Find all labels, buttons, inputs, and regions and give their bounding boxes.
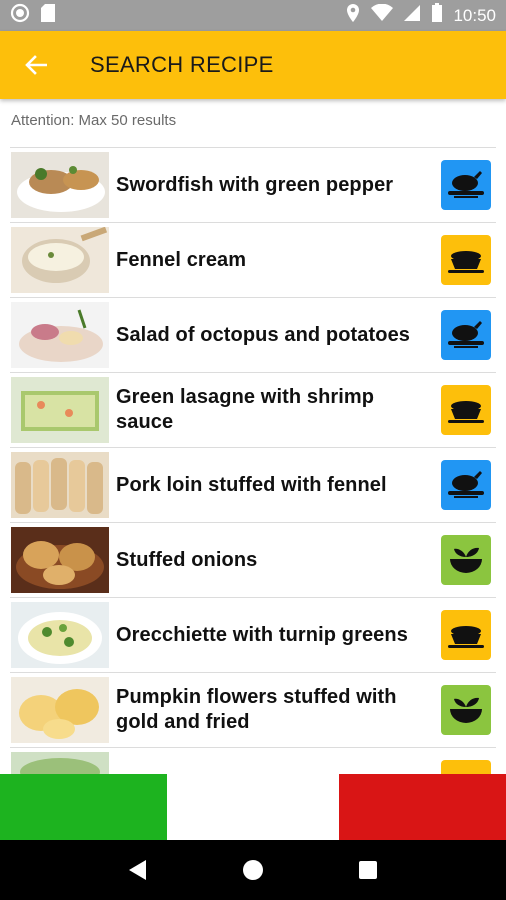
status-bar: 10:50 [0, 0, 506, 31]
nav-recents-button[interactable] [338, 840, 398, 900]
recipe-title: Pumpkin flowers stuffed with gold and fr… [116, 686, 397, 733]
recipe-photo [11, 227, 109, 293]
flag-red-stripe [339, 774, 506, 840]
recipe-row[interactable] [10, 748, 496, 774]
category-badge[interactable] [441, 385, 491, 435]
page-title: SEARCH RECIPE [90, 52, 274, 77]
back-button[interactable] [0, 31, 72, 99]
circle-notification-icon [10, 3, 30, 28]
recipe-title: Swordfish with green pepper [116, 173, 394, 196]
recipe-title: Pork loin stuffed with fennel [116, 473, 387, 496]
recipe-photo [11, 452, 109, 518]
recipe-photo [11, 302, 109, 368]
wifi-icon [371, 3, 394, 27]
flag-white-stripe [167, 774, 339, 840]
recipe-row[interactable]: Swordfish with green pepper [10, 148, 496, 223]
recipe-list[interactable]: Swordfish with green pepper Fennel cream… [10, 147, 496, 774]
recipe-photo [11, 677, 109, 743]
roast-chicken-icon [448, 321, 484, 348]
recipe-photo [11, 527, 109, 593]
recipe-title: Salad of octopus and potatoes [116, 323, 411, 346]
pasta-bowl-icon [448, 251, 484, 273]
recipe-row[interactable]: Fennel cream [10, 223, 496, 298]
nav-back-button[interactable] [108, 840, 168, 900]
recipe-title: Green lasagne with shrimp sauce [116, 386, 375, 433]
battery-icon [431, 3, 443, 28]
app-bar: SEARCH RECIPE [0, 31, 506, 99]
navigation-bar [0, 840, 506, 900]
category-badge[interactable] [441, 685, 491, 735]
recipe-title: Stuffed onions [116, 548, 258, 571]
pasta-bowl-icon [448, 401, 484, 423]
salad-bowl-icon [450, 697, 482, 723]
recipe-row[interactable]: Orecchiette with turnip greens [10, 598, 496, 673]
roast-chicken-icon [448, 471, 484, 498]
recipe-row[interactable]: Salad of octopus and potatoes [10, 298, 496, 373]
recipe-title: Fennel cream [116, 248, 247, 271]
italian-flag-banner [0, 774, 506, 840]
flag-green-stripe [0, 774, 167, 840]
square-recents-icon [359, 861, 378, 879]
cell-signal-icon [403, 4, 421, 27]
category-badge[interactable] [441, 235, 491, 285]
recipe-row[interactable]: Stuffed onions [10, 523, 496, 598]
clock: 10:50 [453, 5, 496, 25]
recipe-photo [11, 377, 109, 443]
category-badge[interactable] [441, 610, 491, 660]
location-icon [345, 3, 361, 28]
recipe-row[interactable]: Pork loin stuffed with fennel [10, 448, 496, 523]
salad-bowl-icon [450, 547, 482, 573]
category-badge[interactable] [441, 160, 491, 210]
back-arrow-icon [25, 55, 47, 75]
recipe-photo [11, 602, 109, 668]
roast-chicken-icon [448, 171, 484, 198]
recipe-title: Orecchiette with turnip greens [116, 623, 408, 646]
recipe-row[interactable]: Pumpkin flowers stuffed with gold and fr… [10, 673, 496, 748]
recipe-row[interactable]: Green lasagne with shrimp sauce [10, 373, 496, 448]
nav-home-button[interactable] [223, 840, 283, 900]
category-badge[interactable] [441, 460, 491, 510]
circle-home-icon [242, 860, 263, 880]
results-notice: Attention: Max 50 results [11, 112, 177, 129]
sd-card-icon [40, 3, 56, 28]
category-badge[interactable] [441, 535, 491, 585]
category-badge[interactable] [441, 760, 491, 774]
triangle-back-icon [128, 860, 146, 880]
recipe-photo [11, 752, 109, 774]
category-badge[interactable] [441, 310, 491, 360]
recipe-photo [11, 152, 109, 218]
pasta-bowl-icon [448, 626, 484, 648]
